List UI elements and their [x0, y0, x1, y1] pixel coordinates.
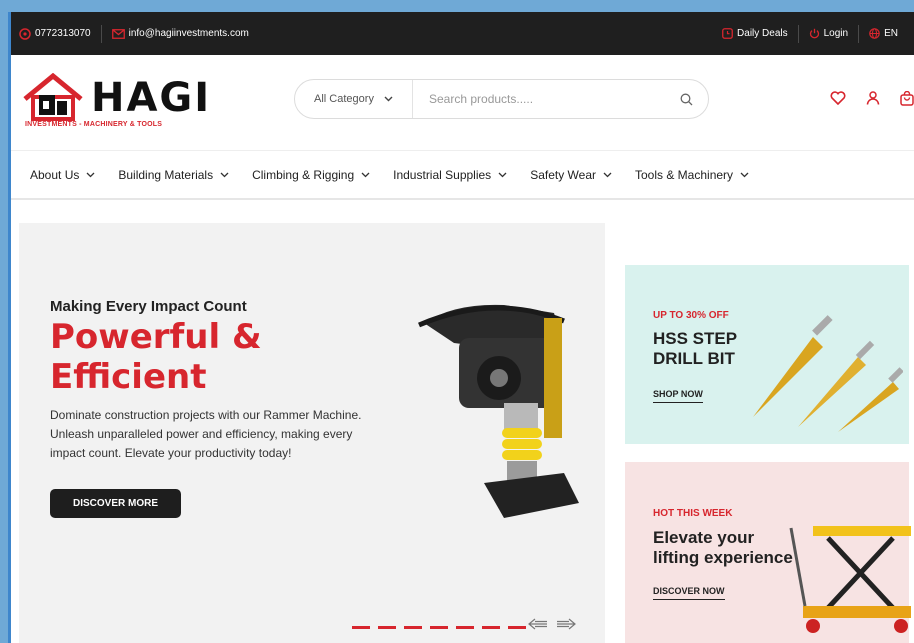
daily-deals-link[interactable]: Daily Deals	[722, 28, 798, 39]
chevron-down-icon	[361, 172, 370, 177]
nav-label: About Us	[30, 167, 80, 182]
nav-label: Safety Wear	[530, 167, 596, 182]
phone-contact[interactable]: 0772313070	[19, 27, 101, 40]
slide-dot[interactable]	[378, 626, 396, 629]
bag-icon[interactable]	[900, 91, 914, 106]
chevron-down-icon	[498, 172, 507, 177]
slide-dot[interactable]	[430, 626, 448, 629]
slide-dot[interactable]	[456, 626, 474, 629]
search-button[interactable]	[664, 93, 708, 106]
lift-table-image	[789, 526, 911, 633]
heart-icon[interactable]	[830, 91, 846, 105]
login-label: Login	[823, 28, 849, 39]
search-input[interactable]	[413, 80, 664, 118]
promo-banner-drill-bit[interactable]: UP TO 30% OFF HSS STEP DRILL BIT SHOP NO…	[625, 265, 909, 444]
hero-slider: Making Every Impact Count Powerful & Eff…	[19, 223, 605, 643]
chevron-down-icon	[86, 172, 95, 177]
language-label: EN	[884, 28, 898, 39]
site-header: HAGI INVESTMENTS - MACHINERY & TOOLS All…	[11, 55, 914, 150]
header-actions	[830, 91, 914, 106]
brand-logo[interactable]: HAGI INVESTMENTS - MACHINERY & TOOLS	[23, 73, 233, 133]
mail-icon	[111, 28, 125, 39]
hero-subtitle: Making Every Impact Count	[50, 298, 247, 315]
chevron-down-icon	[220, 172, 229, 177]
shop-now-link[interactable]: SHOP NOW	[653, 389, 703, 403]
language-switcher[interactable]: EN	[859, 28, 908, 39]
main-nav: About Us Building Materials Climbing & R…	[11, 150, 914, 200]
nav-item-tools-machinery[interactable]: Tools & Machinery	[635, 168, 749, 182]
nav-item-climbing-rigging[interactable]: Climbing & Rigging	[252, 168, 370, 182]
search-bar: All Category	[294, 79, 709, 119]
chevron-down-icon	[384, 96, 393, 102]
promo-banner-lift-table[interactable]: HOT THIS WEEK Elevate your lifting exper…	[625, 462, 911, 643]
promo-kicker: HOT THIS WEEK	[653, 508, 733, 519]
nav-label: Tools & Machinery	[635, 167, 734, 182]
slide-dot[interactable]	[508, 626, 526, 629]
clock-icon	[722, 28, 733, 39]
chevron-down-icon	[603, 172, 612, 177]
promo-kicker: UP TO 30% OFF	[653, 310, 729, 321]
login-link[interactable]: Login	[799, 28, 858, 39]
discover-now-link[interactable]: DISCOVER NOW	[653, 586, 725, 600]
discover-more-button[interactable]: DISCOVER MORE	[50, 489, 181, 518]
nav-item-building-materials[interactable]: Building Materials	[118, 168, 229, 182]
top-bar: 0772313070 info@hagiinvestments.com Dail…	[11, 12, 914, 55]
nav-label: Industrial Supplies	[393, 167, 492, 182]
slide-dot[interactable]	[482, 626, 500, 629]
nav-label: Climbing & Rigging	[252, 167, 355, 182]
brand-tagline: INVESTMENTS - MACHINERY & TOOLS	[25, 121, 163, 128]
drill-bit-image	[753, 315, 903, 432]
brand-wordmark: HAGI	[91, 75, 212, 121]
promo-title: Elevate your lifting experience	[653, 528, 793, 567]
email-address: info@hagiinvestments.com	[128, 28, 249, 39]
hero-title: Powerful & Efficient	[50, 317, 262, 397]
nav-label: Building Materials	[118, 167, 214, 182]
phone-icon	[19, 27, 31, 40]
slide-dot[interactable]	[352, 626, 370, 629]
arrow-right-icon[interactable]	[556, 618, 576, 630]
search-icon	[680, 93, 692, 105]
category-select[interactable]: All Category	[295, 80, 413, 118]
nav-item-about-us[interactable]: About Us	[30, 168, 95, 182]
arrow-left-icon[interactable]	[528, 618, 548, 630]
email-contact[interactable]: info@hagiinvestments.com	[102, 28, 259, 39]
nav-item-industrial-supplies[interactable]: Industrial Supplies	[393, 168, 507, 182]
power-icon	[809, 28, 819, 39]
phone-number: 0772313070	[35, 28, 91, 39]
rammer-machine-image	[418, 304, 579, 518]
hero-description: Dominate construction projects with our …	[50, 408, 362, 460]
user-icon[interactable]	[866, 91, 880, 105]
daily-deals-label: Daily Deals	[737, 28, 788, 39]
browser-page: 0772313070 info@hagiinvestments.com Dail…	[8, 12, 914, 643]
globe-icon	[869, 28, 880, 39]
chevron-down-icon	[740, 172, 749, 177]
slide-dot[interactable]	[404, 626, 422, 629]
slider-arrows	[528, 618, 576, 630]
slider-pagination	[352, 626, 526, 629]
house-logo-icon	[23, 73, 83, 121]
category-label: All Category	[314, 93, 374, 105]
nav-item-safety-wear[interactable]: Safety Wear	[530, 168, 612, 182]
